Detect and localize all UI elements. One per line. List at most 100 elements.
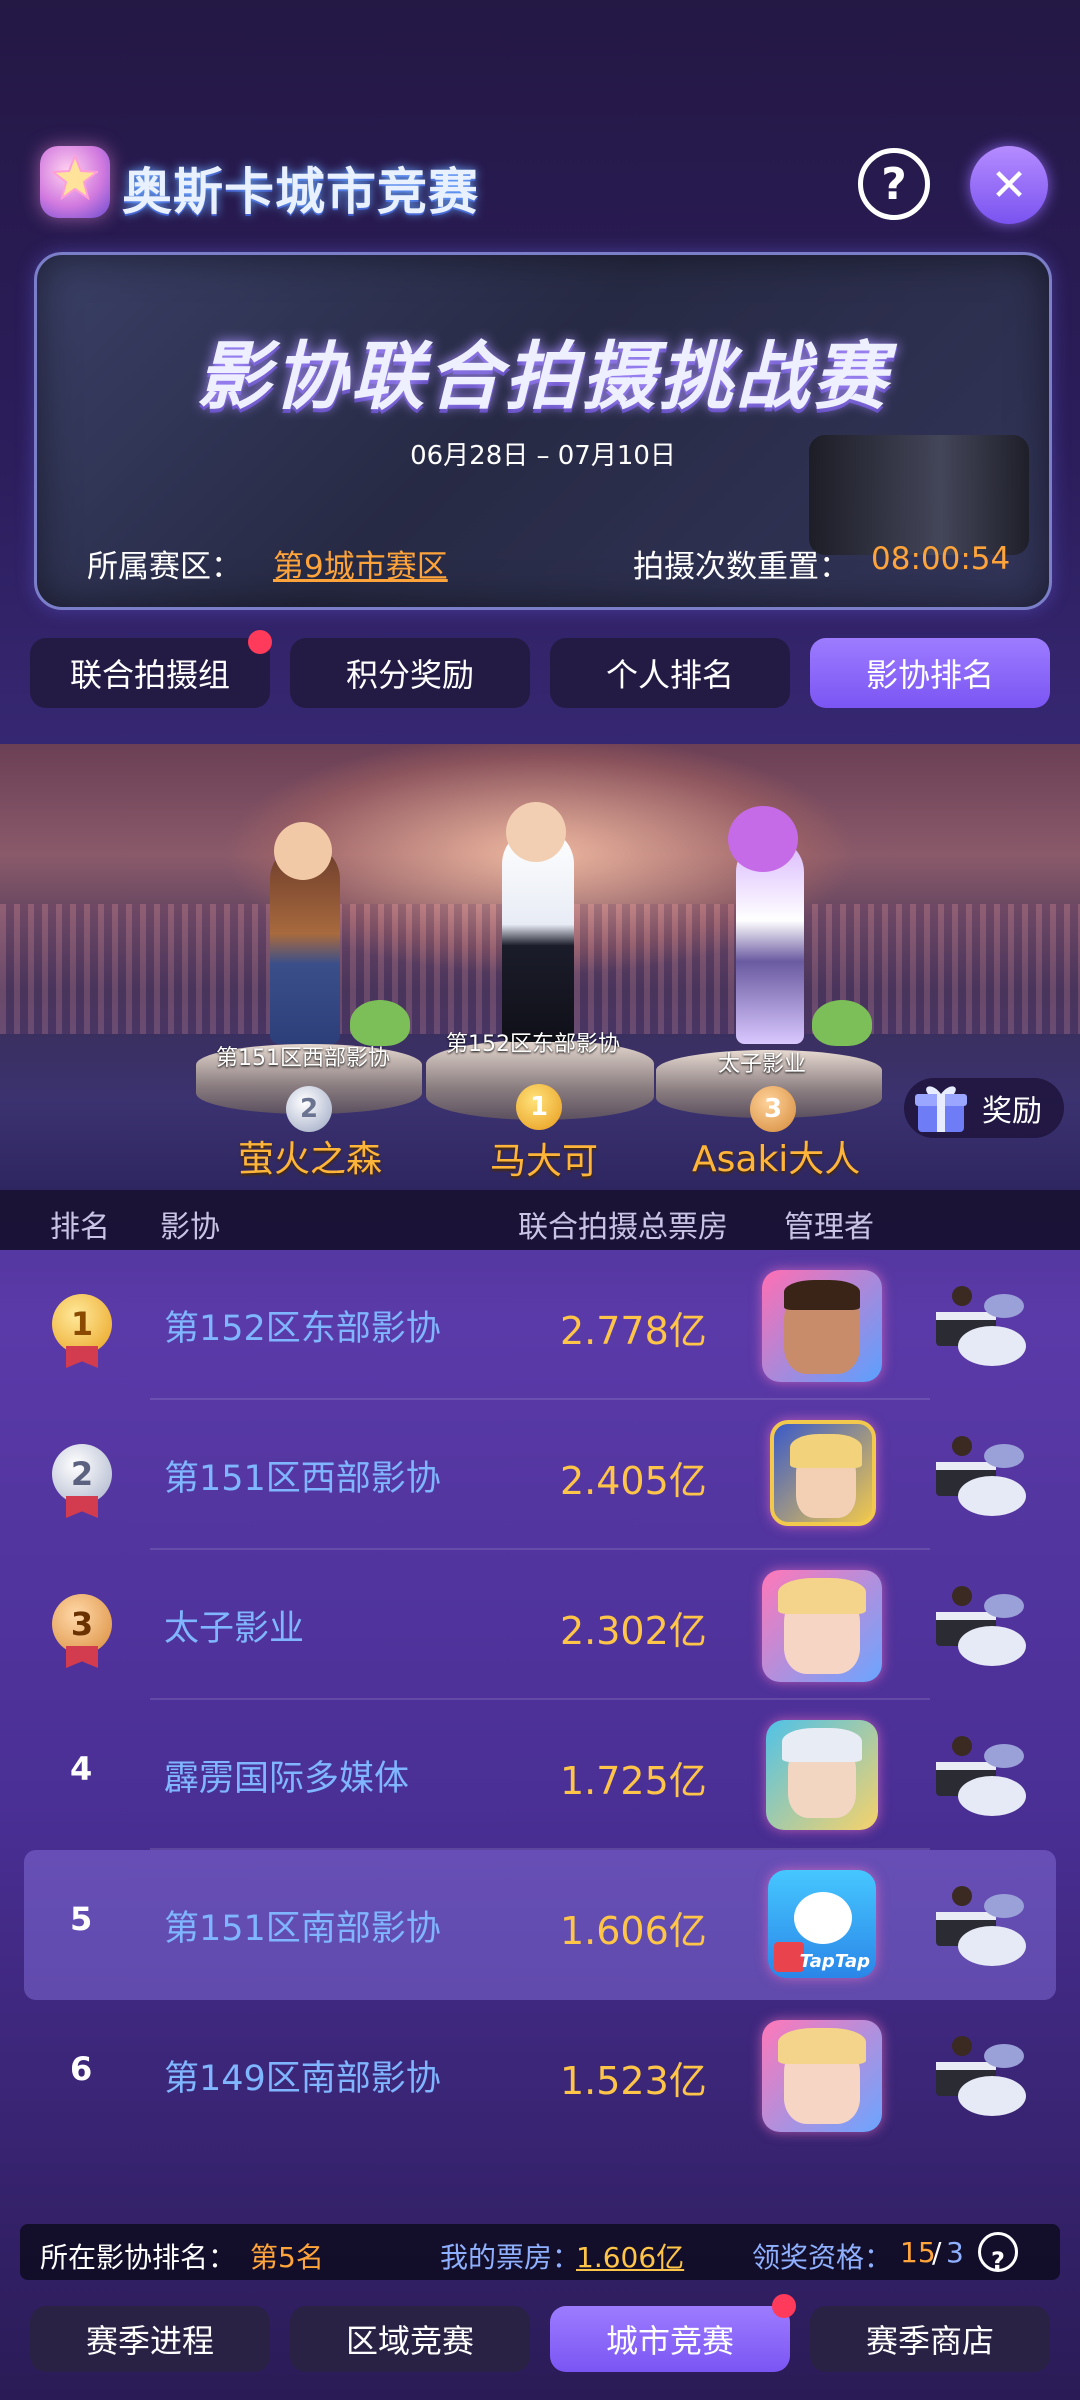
silver-medal-icon: 2 — [286, 1086, 332, 1132]
box-office-value: 2.302亿 — [560, 1609, 707, 1653]
bronze-medal-icon: 3 — [750, 1086, 796, 1132]
manager-avatar[interactable] — [762, 1270, 882, 1382]
tab-label: 个人排名 — [605, 656, 734, 694]
association-name: 第149区南部影协 — [164, 2059, 441, 2099]
table-row[interactable]: 2 第151区西部影协 2.405亿 — [0, 1400, 1080, 1550]
director-clapper-icon[interactable] — [928, 2032, 1032, 2122]
question-icon: ? — [991, 2247, 1005, 2275]
podium-player-first: 马大可 — [490, 1141, 599, 1182]
header-association: 影协 — [160, 1210, 220, 1245]
box-office-value: 1.606亿 — [560, 1909, 707, 1953]
gold-medal-icon: 1 — [52, 1294, 112, 1354]
nav-label: 赛季进程 — [85, 2322, 214, 2360]
event-banner: 影协联合拍摄挑战赛 06月28日 – 07月10日 所属赛区： 第9城市赛区 拍… — [34, 252, 1052, 610]
director-clapper-icon[interactable] — [928, 1732, 1032, 1822]
season-bottom-nav: 赛季进程 区域竞赛 城市竞赛 赛季商店 — [30, 2294, 1050, 2372]
association-name: 太子影业 — [164, 1609, 305, 1649]
box-office-value: 2.405亿 — [560, 1459, 707, 1503]
close-button[interactable]: ✕ — [970, 146, 1048, 224]
notification-dot — [248, 630, 272, 654]
silver-medal-icon: 2 — [52, 1444, 112, 1504]
podium-association-third: 太子影业 — [718, 1052, 807, 1077]
box-office-value: 1.725亿 — [560, 1759, 707, 1803]
event-dates: 06月28日 – 07月10日 — [410, 441, 676, 471]
tab-label: 联合拍摄组 — [69, 656, 230, 694]
nav-city-competition[interactable]: 城市竞赛 — [550, 2294, 796, 2372]
avatar-head — [728, 806, 798, 872]
podium-scene: 第151区西部影协 第152区东部影协 太子影业 2 1 3 萤火之森 马大可 … — [0, 744, 1080, 1190]
tab-label: 积分奖励 — [345, 656, 474, 694]
podium-player-second: 萤火之森 — [238, 1139, 383, 1180]
nav-season-shop[interactable]: 赛季商店 — [810, 2306, 1050, 2372]
association-name: 霹雳国际多媒体 — [164, 1759, 410, 1799]
ranking-table-header: 排名 影协 联合拍摄总票房 管理者 — [0, 1190, 1080, 1250]
bronze-medal-icon: 3 — [52, 1594, 112, 1654]
nav-label: 赛季商店 — [865, 2322, 994, 2360]
reset-countdown: 08:00:54 — [871, 541, 1011, 577]
podium-player-third: Asaki大人 — [692, 1139, 861, 1180]
region-label: 所属赛区： — [87, 549, 242, 585]
my-rank-label: 所在影协排名： — [40, 2241, 237, 2274]
question-icon: ? — [881, 158, 907, 210]
taptap-badge: TapTap — [799, 1951, 870, 1972]
box-office-value: 2.778亿 — [560, 1309, 707, 1353]
help-button[interactable]: ? — [858, 148, 930, 220]
my-rank-value: 第5名 — [250, 2241, 324, 2274]
eligibility-required: 3 — [946, 2236, 964, 2269]
notification-dot — [772, 2294, 796, 2318]
avatar-head — [506, 802, 566, 862]
manager-avatar[interactable] — [770, 1420, 876, 1526]
eligibility-separator: / — [932, 2236, 942, 2269]
header-box-office: 联合拍摄总票房 — [518, 1210, 728, 1245]
nav-label: 城市竞赛 — [605, 2322, 734, 2360]
reward-label: 奖励 — [982, 1094, 1042, 1129]
manager-avatar[interactable] — [766, 1720, 878, 1830]
tab-points-reward[interactable]: 积分奖励 — [290, 638, 530, 708]
manager-avatar[interactable] — [762, 2020, 882, 2132]
ranking-tabs: 联合拍摄组 积分奖励 个人排名 影协排名 — [30, 630, 1050, 708]
tab-personal-ranking[interactable]: 个人排名 — [550, 638, 790, 708]
eligibility-current: 15 — [900, 2236, 936, 2269]
nav-regional-competition[interactable]: 区域竞赛 — [290, 2306, 530, 2372]
table-row[interactable]: 4 霹雳国际多媒体 1.725亿 — [0, 1700, 1080, 1850]
close-icon: ✕ — [990, 159, 1028, 211]
tab-label: 影协排名 — [865, 656, 994, 694]
reset-label: 拍摄次数重置： — [633, 549, 850, 585]
eligibility-label: 领奖资格： — [752, 2241, 893, 2274]
box-office-value: 1.523亿 — [560, 2059, 707, 2103]
my-box-office-label: 我的票房： — [440, 2241, 581, 2274]
gold-medal-icon: 1 — [516, 1084, 562, 1130]
director-clapper-icon[interactable] — [928, 1882, 1032, 1972]
table-row[interactable]: 6 第149区南部影协 1.523亿 — [0, 2000, 1080, 2150]
association-name: 第151区西部影协 — [164, 1459, 441, 1499]
eligibility-help-button[interactable]: ? — [978, 2232, 1018, 2275]
association-name: 第152区东部影协 — [164, 1309, 441, 1349]
app-title: 奥斯卡城市竞赛 — [122, 163, 479, 221]
nav-season-progress[interactable]: 赛季进程 — [30, 2306, 270, 2372]
event-title: 影协联合拍摄挑战赛 — [196, 334, 890, 420]
rank-number: 6 — [70, 2050, 93, 2088]
avatar-head — [274, 822, 332, 880]
my-status-bar: 所在影协排名： 第5名 我的票房： 1.606亿 领奖资格： 15 / 3 ? — [20, 2224, 1060, 2280]
table-row[interactable]: 1 第152区东部影协 2.778亿 — [0, 1250, 1080, 1400]
gift-icon — [912, 1080, 970, 1136]
podium-association-first: 第152区东部影协 — [446, 1032, 620, 1057]
manager-avatar[interactable] — [762, 1570, 882, 1682]
manager-avatar[interactable]: TapTap — [768, 1870, 876, 1978]
table-row-current-association[interactable]: 5 第151区南部影协 1.606亿 TapTap — [24, 1850, 1056, 2000]
director-clapper-icon[interactable] — [928, 1282, 1032, 1372]
association-name: 第151区南部影协 — [164, 1909, 441, 1949]
header-manager: 管理者 — [784, 1210, 874, 1245]
reward-button[interactable]: 奖励 — [904, 1078, 1064, 1138]
region-link[interactable]: 第9城市赛区 — [273, 541, 448, 586]
pet-dumpling — [812, 1000, 872, 1046]
director-clapper-icon[interactable] — [928, 1582, 1032, 1672]
tab-association-ranking[interactable]: 影协排名 — [810, 638, 1050, 708]
my-box-office-value: 1.606亿 — [576, 2241, 685, 2274]
podium-association-second: 第151区西部影协 — [216, 1046, 390, 1071]
director-clapper-icon[interactable] — [928, 1432, 1032, 1522]
rank-number: 5 — [70, 1900, 93, 1938]
table-row[interactable]: 3 太子影业 2.302亿 — [0, 1550, 1080, 1700]
oscar-star-logo-icon — [40, 146, 110, 218]
tab-joint-shoot-group[interactable]: 联合拍摄组 — [30, 630, 272, 708]
